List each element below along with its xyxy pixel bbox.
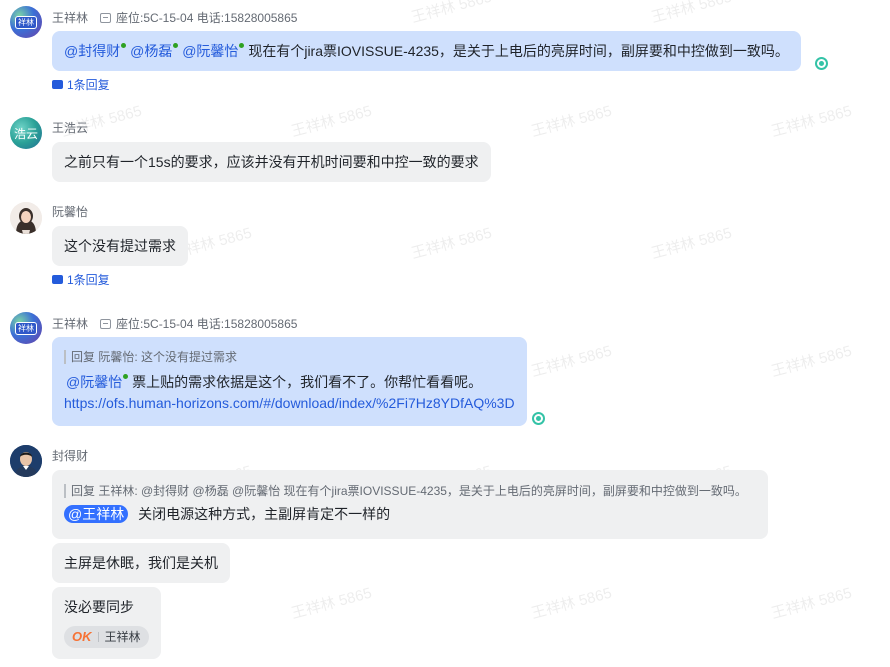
watermark-text: 王祥林 5865 [649,224,734,263]
message-text: 关闭电源这种方式，主副屏肯定不一样的 [138,506,391,522]
message-bubble[interactable]: 之前只有一个15s的要求，应该并没有开机时间要和中控一致的要求 [52,142,491,182]
message-link[interactable]: https://ofs.human-horizons.com/#/downloa… [64,393,515,413]
avatar[interactable] [10,202,42,234]
message-bubble[interactable]: 回复 王祥林: @封得财 @杨磊 @阮馨怡 现在有个jira票IOVISSUE-… [52,470,768,539]
avatar-label: 祥林 [15,321,37,335]
message-header: 阮馨怡 [52,203,88,220]
reply-count-link[interactable]: 1条回复 [52,74,110,93]
message-header: 王祥林 座位:5C-15-04 电话:15828005865 [52,315,297,332]
sender-name[interactable]: 封得财 [52,447,88,464]
message-body: @阮馨怡 票上贴的需求依据是这个，我们看不了。你帮忙看看呢。 [64,372,515,392]
watermark-text: 王祥林 5865 [769,342,854,381]
message-bubble[interactable]: 回复 阮馨怡: 这个没有提过需求 @阮馨怡 票上贴的需求依据是这个，我们看不了。… [52,337,527,426]
watermark-text: 王祥林 5865 [769,102,854,141]
ok-emoji-icon: OK [72,629,92,644]
online-status-dot [239,43,245,48]
watermark-text: 王祥林 5865 [529,584,614,623]
avatar[interactable]: 祥林 [10,6,42,38]
message-header: 王浩云 [52,119,88,136]
message-text: 没必要同步 [64,599,134,615]
read-status-icon[interactable] [532,412,545,425]
reaction-row: OK 王祥林 [64,626,149,648]
sender-name[interactable]: 王浩云 [52,119,88,136]
message-text: 主屏是休眠，我们是关机 [64,555,218,571]
message-bubble[interactable]: 这个没有提过需求 [52,226,188,266]
read-status-icon[interactable] [815,57,828,70]
reaction-user: 王祥林 [104,630,141,644]
mention-link[interactable]: @封得财 [64,43,127,59]
mention-pill[interactable]: @王祥林 [64,505,129,523]
watermark-text: 王祥林 5865 [649,0,734,27]
watermark-text: 王祥林 5865 [409,224,494,263]
reply-thread-icon [52,269,63,284]
watermark-text: 王祥林 5865 [769,584,854,623]
watermark-text: 王祥林 5865 [529,102,614,141]
avatar[interactable]: 祥林 [10,312,42,344]
watermark-text: 王祥林 5865 [289,584,374,623]
online-status-dot [173,43,179,48]
signature-icon [100,318,112,329]
sender-name[interactable]: 王祥林 [52,315,88,332]
person-avatar-icon [10,445,42,477]
person-avatar-icon [10,202,42,234]
reply-quote[interactable]: 回复 王祥林: @封得财 @杨磊 @阮馨怡 现在有个jira票IOVISSUE-… [64,484,756,498]
message-bubble[interactable]: @封得财 @杨磊 @阮馨怡 现在有个jira票IOVISSUE-4235，是关于… [52,31,801,71]
sender-name[interactable]: 阮馨怡 [52,203,88,220]
mention-link[interactable]: @杨磊 [130,43,179,59]
avatar[interactable] [10,445,42,477]
mention-link[interactable]: @阮馨怡 [66,374,129,390]
sender-signature: 座位:5C-15-04 电话:15828005865 [116,317,298,331]
message-bubble[interactable]: 没必要同步 OK 王祥林 [52,587,161,659]
avatar-label: 祥林 [15,15,37,29]
message-body: @王祥林 关闭电源这种方式，主副屏肯定不一样的 [64,504,756,524]
signature-icon [100,12,112,23]
reply-quote[interactable]: 回复 阮馨怡: 这个没有提过需求 [64,350,515,364]
reply-thread-icon [52,74,63,89]
reply-count-link[interactable]: 1条回复 [52,269,110,288]
message-bubble[interactable]: 主屏是休眠，我们是关机 [52,543,230,583]
mention-link[interactable]: @阮馨怡 [182,43,245,59]
message-header: 王祥林 座位:5C-15-04 电话:15828005865 [52,9,297,26]
watermark-text: 王祥林 5865 [529,342,614,381]
message-text: 现在有个jira票IOVISSUE-4235，是关于上电后的亮屏时间，副屏要和中… [248,43,789,59]
sender-signature: 座位:5C-15-04 电话:15828005865 [116,11,298,25]
message-header: 封得财 [52,447,88,464]
online-status-dot [121,43,127,48]
sender-name[interactable]: 王祥林 [52,9,88,26]
message-text: 这个没有提过需求 [64,238,176,254]
online-status-dot [123,374,129,379]
watermark-text: 王祥林 5865 [409,0,494,27]
avatar-label: 浩云 [13,126,38,141]
reaction-divider [97,632,99,642]
avatar[interactable]: 浩云 [10,117,42,149]
message-text: 之前只有一个15s的要求，应该并没有开机时间要和中控一致的要求 [64,154,479,170]
message-text: 票上贴的需求依据是这个，我们看不了。你帮忙看看呢。 [132,374,483,390]
watermark-text: 王祥林 5865 [289,102,374,141]
reaction-chip[interactable]: OK 王祥林 [64,626,149,648]
